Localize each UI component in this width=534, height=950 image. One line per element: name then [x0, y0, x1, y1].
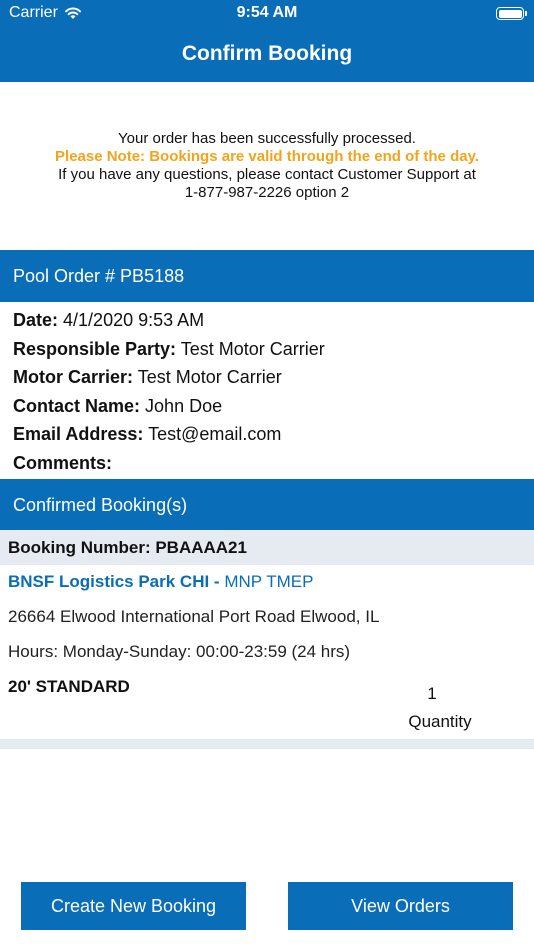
equipment-type: 20' STANDARD [8, 677, 130, 696]
status-time: 9:54 AM [236, 4, 298, 21]
responsible-party-label: Responsible Party: [13, 338, 177, 359]
quantity-label: Quantity [408, 712, 472, 731]
support-message: If you have any questions, please contac… [58, 166, 476, 183]
comments-label: Comments: [13, 452, 113, 473]
contact-name-label: Contact Name: [13, 395, 141, 416]
email-row: Email Address: Test@email.com [13, 420, 325, 449]
booking-number: Booking Number: PBAAAA21 [0, 530, 534, 565]
quantity-value: 1 [427, 684, 437, 703]
order-notice: Your order has been successfully process… [0, 130, 534, 202]
motor-carrier-label: Motor Carrier: [13, 367, 134, 387]
email-label: Email Address: [13, 424, 144, 444]
battery-icon [496, 7, 527, 20]
location-name: BNSF Logistics Park CHI - [8, 572, 220, 591]
page-title: Confirm Booking [181, 42, 353, 65]
location-code: MNP TMEP [224, 572, 314, 591]
motor-carrier-row: Motor Carrier: Test Motor Carrier [13, 363, 325, 392]
responsible-party-value: Test Motor Carrier [180, 338, 325, 359]
date-value: 4/1/2020 9:53 AM [63, 310, 205, 330]
comments-row: Comments: [13, 449, 325, 478]
pool-order-header: Pool Order # PB5188 [0, 250, 534, 302]
email-value: Test@email.com [148, 424, 282, 444]
contact-name-value: John Doe [145, 395, 223, 416]
validity-note: Please Note: Bookings are valid through … [55, 148, 479, 165]
confirmed-bookings-header: Confirmed Booking(s) [0, 479, 534, 531]
motor-carrier-value: Test Motor Carrier [137, 367, 282, 387]
location-row: BNSF Logistics Park CHI - MNP TMEP [8, 572, 313, 592]
view-orders-button[interactable]: View Orders [288, 882, 513, 930]
contact-name-row: Contact Name: John Doe [13, 392, 325, 421]
booking-divider [0, 739, 534, 749]
date-row: Date: 4/1/2020 9:53 AM [13, 306, 325, 335]
status-bar: Carrier 9:54 AM [0, 0, 534, 28]
responsible-party-row: Responsible Party: Test Motor Carrier [13, 335, 325, 364]
create-new-booking-button[interactable]: Create New Booking [21, 882, 246, 930]
support-phone: 1-877-987-2226 option 2 [184, 184, 350, 201]
date-label: Date: [13, 310, 59, 330]
location-hours: Hours: Monday-Sunday: 00:00-23:59 (24 hr… [8, 642, 351, 661]
header: Carrier 9:54 AM Confirm Booking [0, 0, 534, 82]
location-address: 26664 Elwood International Port Road Elw… [8, 607, 380, 626]
success-message: Your order has been successfully process… [118, 130, 416, 147]
order-details: Date: 4/1/2020 9:53 AM Responsible Party… [13, 306, 325, 477]
